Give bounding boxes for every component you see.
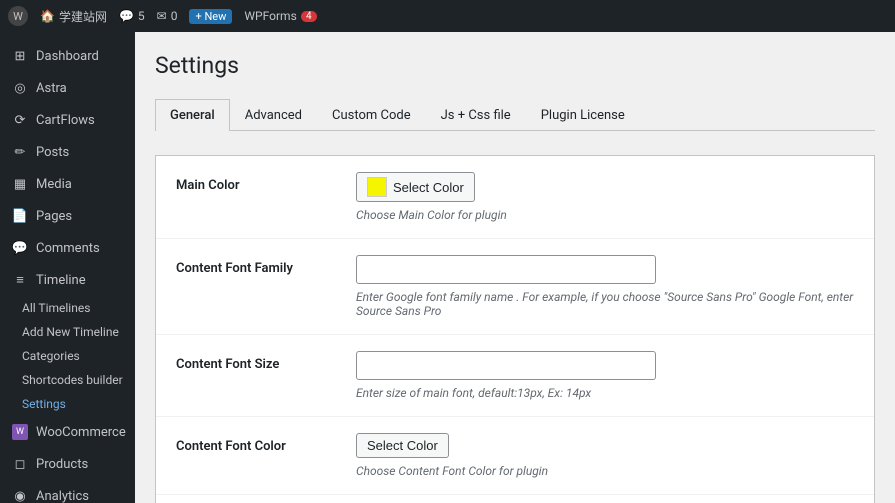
- content-font-size-help: Enter size of main font, default:13px, E…: [356, 386, 854, 400]
- messages-item[interactable]: ✉ 0: [157, 9, 178, 23]
- tab-general[interactable]: General: [155, 99, 230, 131]
- wp-logo-item[interactable]: W: [8, 6, 28, 26]
- sidebar-label-dashboard: Dashboard: [36, 49, 99, 64]
- wp-logo-icon: W: [8, 6, 28, 26]
- products-icon: ◻: [12, 456, 28, 472]
- media-icon: ▦: [12, 176, 28, 192]
- control-content-font-size: Enter size of main font, default:13px, E…: [356, 351, 854, 400]
- sidebar-label-woocommerce: WooCommerce: [36, 425, 126, 440]
- woocommerce-icon: W: [12, 424, 28, 440]
- main-color-button-label: Select Color: [393, 180, 464, 195]
- control-content-font-color: Select Color Choose Content Font Color f…: [356, 433, 854, 478]
- sidebar-label-shortcodes: Shortcodes builder: [22, 373, 123, 387]
- sidebar-item-comments[interactable]: 💬 Comments: [0, 232, 135, 264]
- label-content-font-color: Content Font Color: [176, 433, 356, 454]
- tab-plugin-license[interactable]: Plugin License: [526, 99, 640, 131]
- wpforms-item[interactable]: WPForms 4: [244, 9, 316, 23]
- wpforms-label: WPForms: [244, 9, 296, 23]
- sidebar-item-dashboard[interactable]: ⊞ Dashboard: [0, 40, 135, 72]
- new-badge: + New: [189, 9, 232, 24]
- sidebar-item-settings[interactable]: Settings: [0, 392, 135, 416]
- content-font-color-button-label: Select Color: [367, 438, 438, 453]
- comment-icon: 💬: [119, 9, 134, 23]
- sidebar-label-all-timelines: All Timelines: [22, 301, 90, 315]
- sidebar-label-products: Products: [36, 457, 88, 472]
- sidebar-item-categories[interactable]: Categories: [0, 344, 135, 368]
- posts-icon: ✏: [12, 144, 28, 160]
- content-font-family-input[interactable]: [356, 255, 656, 284]
- row-main-color: Main Color Select Color Choose Main Colo…: [156, 156, 874, 239]
- sidebar-item-cartflows[interactable]: ⟳ CartFlows: [0, 104, 135, 136]
- astra-icon: ◎: [12, 80, 28, 96]
- comments-item[interactable]: 💬 5: [119, 9, 145, 23]
- tab-advanced[interactable]: Advanced: [230, 99, 317, 131]
- sidebar-item-media[interactable]: ▦ Media: [0, 168, 135, 200]
- content-font-color-help: Choose Content Font Color for plugin: [356, 464, 854, 478]
- sidebar-item-shortcodes[interactable]: Shortcodes builder: [0, 368, 135, 392]
- comments-icon: 💬: [12, 240, 28, 256]
- sidebar-menu: ⊞ Dashboard ◎ Astra ⟳ CartFlows ✏ Posts …: [0, 32, 135, 503]
- sidebar-item-pages[interactable]: 📄 Pages: [0, 200, 135, 232]
- sidebar-label-comments: Comments: [36, 241, 100, 256]
- sidebar-label-categories: Categories: [22, 349, 80, 363]
- sidebar-label-add-new-timeline: Add New Timeline: [22, 325, 119, 339]
- message-count: 0: [171, 9, 178, 23]
- timeline-icon: ≡: [12, 272, 28, 288]
- analytics-icon: ◉: [12, 488, 28, 503]
- tabs-container: General Advanced Custom Code Js + Css fi…: [155, 99, 875, 131]
- sidebar-label-cartflows: CartFlows: [36, 113, 95, 128]
- wpforms-badge: 4: [301, 11, 317, 22]
- sidebar-item-timeline[interactable]: ≡ Timeline: [0, 264, 135, 296]
- sidebar-item-all-timelines[interactable]: All Timelines: [0, 296, 135, 320]
- label-main-color: Main Color: [176, 172, 356, 193]
- dashboard-icon: ⊞: [12, 48, 28, 64]
- label-content-font-family: Content Font Family: [176, 255, 356, 276]
- cartflows-icon: ⟳: [12, 112, 28, 128]
- control-content-font-family: Enter Google font family name . For exam…: [356, 255, 854, 318]
- main-color-help: Choose Main Color for plugin: [356, 208, 854, 222]
- sidebar-label-pages: Pages: [36, 209, 72, 224]
- site-icon: 🏠: [40, 9, 55, 23]
- row-heading-font-family: Heading Font Family: [156, 495, 874, 503]
- sidebar-item-analytics[interactable]: ◉ Analytics: [0, 480, 135, 503]
- sidebar-label-astra: Astra: [36, 81, 67, 96]
- sidebar-label-analytics: Analytics: [36, 489, 89, 503]
- comment-count: 5: [138, 9, 145, 23]
- content-font-size-input[interactable]: [356, 351, 656, 380]
- sidebar-item-astra[interactable]: ◎ Astra: [0, 72, 135, 104]
- new-item[interactable]: + New: [189, 9, 232, 24]
- sidebar-item-woocommerce[interactable]: W WooCommerce: [0, 416, 135, 448]
- row-content-font-size: Content Font Size Enter size of main fon…: [156, 335, 874, 417]
- sidebar-label-posts: Posts: [36, 145, 69, 160]
- control-main-color: Select Color Choose Main Color for plugi…: [356, 172, 854, 222]
- row-content-font-family: Content Font Family Enter Google font fa…: [156, 239, 874, 335]
- sidebar-item-products[interactable]: ◻ Products: [0, 448, 135, 480]
- page-title: Settings: [155, 52, 875, 79]
- sidebar-label-settings: Settings: [22, 397, 66, 411]
- admin-bar: W 🏠 学建站网 💬 5 ✉ 0 + New WPForms 4: [0, 0, 895, 32]
- sidebar-label-timeline: Timeline: [36, 273, 86, 288]
- tab-custom-code[interactable]: Custom Code: [317, 99, 426, 131]
- main-color-button[interactable]: Select Color: [356, 172, 475, 202]
- sidebar-label-media: Media: [36, 177, 72, 192]
- row-content-font-color: Content Font Color Select Color Choose C…: [156, 417, 874, 495]
- tab-js-css[interactable]: Js + Css file: [426, 99, 526, 131]
- content-font-family-help: Enter Google font family name . For exam…: [356, 290, 854, 318]
- label-content-font-size: Content Font Size: [176, 351, 356, 372]
- content-font-color-button[interactable]: Select Color: [356, 433, 449, 458]
- pages-icon: 📄: [12, 208, 28, 224]
- sidebar-item-posts[interactable]: ✏ Posts: [0, 136, 135, 168]
- settings-section: Main Color Select Color Choose Main Colo…: [155, 155, 875, 503]
- site-name: 学建站网: [59, 8, 107, 25]
- sidebar-item-add-new-timeline[interactable]: Add New Timeline: [0, 320, 135, 344]
- sidebar: ⊞ Dashboard ◎ Astra ⟳ CartFlows ✏ Posts …: [0, 32, 135, 503]
- site-name-item[interactable]: 🏠 学建站网: [40, 8, 107, 25]
- main-content: Settings General Advanced Custom Code Js…: [135, 32, 895, 503]
- message-icon: ✉: [157, 9, 167, 23]
- main-color-swatch: [367, 177, 387, 197]
